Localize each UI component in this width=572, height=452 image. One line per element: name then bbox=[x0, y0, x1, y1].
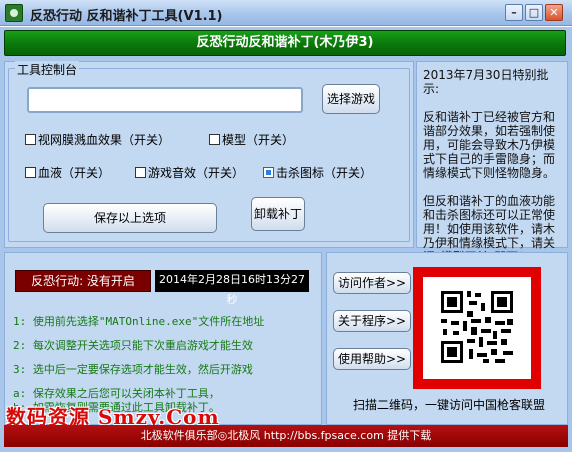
tool-panel-legend: 工具控制台 bbox=[15, 61, 80, 78]
game-status-indicator: 反恐行动: 没有开启 bbox=[15, 270, 151, 292]
footer-bar[interactable]: 北极软件俱乐部◎北极风 http://bbs.fpsace.com 提供下载 bbox=[4, 425, 568, 447]
qr-code bbox=[423, 277, 531, 379]
window-body: 反恐行动反和谐补丁(木乃伊3) 工具控制台 选择游戏 视网膜溅血效果（开关） 模… bbox=[0, 27, 572, 452]
option-model-label: 模型（开关） bbox=[222, 133, 295, 147]
qr-caption: 扫描二维码，一键访问中国枪客联盟 bbox=[352, 398, 545, 412]
option-retina-blood-label: 视网膜溅血效果（开关） bbox=[38, 133, 171, 147]
about-program-button[interactable]: 关于程序>> bbox=[333, 310, 411, 332]
checkbox-retina-blood[interactable] bbox=[25, 134, 36, 145]
app-icon bbox=[5, 4, 23, 22]
visit-author-button[interactable]: 访问作者>> bbox=[333, 272, 411, 294]
option-model[interactable]: 模型（开关） bbox=[209, 131, 294, 148]
option-kill-icon-label: 击杀图标（开关） bbox=[276, 166, 373, 180]
checkbox-model[interactable] bbox=[209, 134, 220, 145]
status-panel: 反恐行动: 没有开启 2014年2月28日16时13分27秒 1: 使用前先选择… bbox=[4, 252, 322, 425]
notice-text: 2013年7月30日特别批示: 反和谐补丁已经被官方和谐部分效果，如若强制使用，… bbox=[423, 68, 563, 278]
option-game-sound[interactable]: 游戏音效（开关） bbox=[135, 164, 244, 181]
qr-code-icon bbox=[441, 291, 513, 363]
option-kill-icon[interactable]: 击杀图标（开关） bbox=[263, 164, 372, 181]
option-blood[interactable]: 血液（开关） bbox=[25, 164, 110, 181]
notice-heading: 2013年7月30日特别批示: bbox=[423, 68, 549, 96]
close-button[interactable]: ✕ bbox=[545, 4, 563, 21]
game-path-input[interactable] bbox=[27, 87, 303, 113]
option-game-sound-label: 游戏音效（开关） bbox=[148, 166, 245, 180]
checkbox-blood[interactable] bbox=[25, 167, 36, 178]
option-blood-label: 血液（开关） bbox=[38, 166, 111, 180]
select-game-button[interactable]: 选择游戏 bbox=[322, 84, 380, 114]
info-line-2: 2: 每次调整开关选项只能下次重启游戏才能生效 bbox=[13, 339, 253, 352]
notice-panel: 2013年7月30日特别批示: 反和谐补丁已经被官方和谐部分效果，如若强制使用，… bbox=[416, 61, 568, 264]
links-panel: 访问作者>> 关于程序>> 使用帮助>> 扫描二维码，一键访问中国枪客联盟 bbox=[326, 252, 568, 425]
title-bar: 反恐行动 反和谐补丁工具(V1.1) – □ ✕ bbox=[0, 0, 572, 26]
info-line-1: 1: 使用前先选择"MATOnline.exe"文件所在地址 bbox=[13, 315, 265, 328]
info-line-3: 3: 选中后一定要保存选项才能生效，然后开游戏 bbox=[13, 363, 253, 376]
help-button[interactable]: 使用帮助>> bbox=[333, 348, 411, 370]
qr-code-frame bbox=[413, 267, 541, 389]
save-options-button[interactable]: 保存以上选项 bbox=[43, 203, 217, 233]
window-title: 反恐行动 反和谐补丁工具(V1.1) bbox=[30, 9, 223, 24]
notice-paragraph-1: 反和谐补丁已经被官方和谐部分效果，如若强制使用，可能会导致木乃伊模式下自己的手雷… bbox=[423, 110, 556, 180]
datetime-display: 2014年2月28日16时13分27秒 bbox=[155, 270, 309, 306]
tool-panel: 工具控制台 选择游戏 视网膜溅血效果（开关） 模型（开关） 血液（开关） 游戏音… bbox=[4, 61, 414, 248]
uninstall-patch-button[interactable]: 卸载补丁 bbox=[251, 197, 305, 231]
option-retina-blood[interactable]: 视网膜溅血效果（开关） bbox=[25, 131, 170, 148]
banner: 反恐行动反和谐补丁(木乃伊3) bbox=[4, 30, 566, 56]
maximize-button[interactable]: □ bbox=[525, 4, 543, 21]
tool-groupbox: 工具控制台 选择游戏 视网膜溅血效果（开关） 模型（开关） 血液（开关） 游戏音… bbox=[8, 61, 410, 242]
checkbox-game-sound[interactable] bbox=[135, 167, 146, 178]
minimize-button[interactable]: – bbox=[505, 4, 523, 21]
checkbox-kill-icon[interactable] bbox=[263, 167, 274, 178]
